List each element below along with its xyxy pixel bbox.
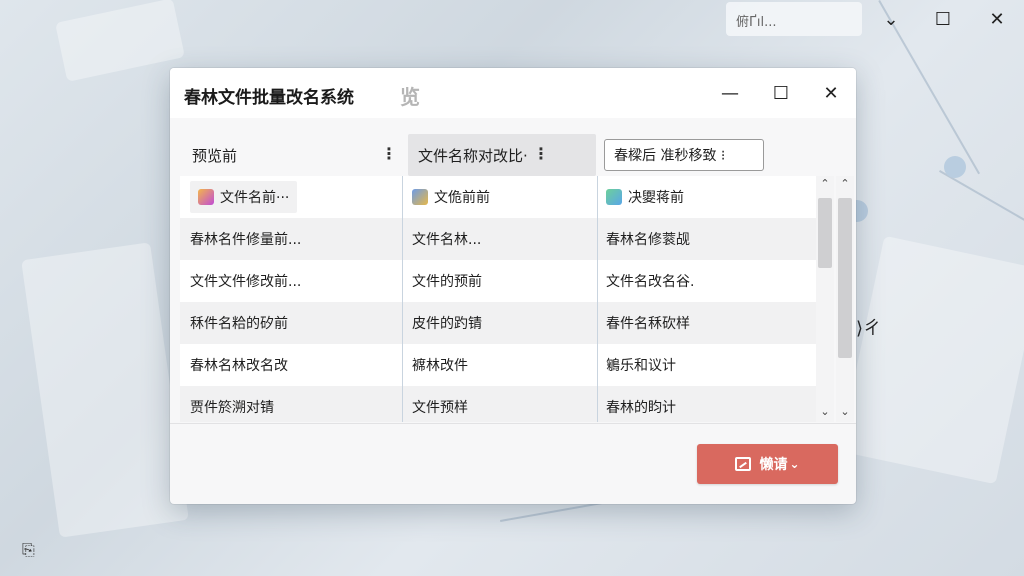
column-header-label: 春樑后 准秒移致 ⁝ (614, 148, 726, 164)
table-cell: 褯林改件 (412, 358, 468, 374)
table-cell: 春林名修蓘觇 (606, 232, 690, 248)
column-header-after-input[interactable]: 春樑后 准秒移致 ⁝ (604, 139, 764, 171)
corner-app-icon[interactable]: ⎘ (22, 540, 40, 559)
footer-divider (170, 423, 856, 424)
table-row[interactable]: 春林名林改名改 褯林改件 鵴乐和议计 (180, 344, 816, 386)
background-maximize-icon[interactable]: ☐ (928, 4, 958, 34)
file-icon (606, 189, 622, 205)
background-minimize-icon[interactable]: ⌄ (876, 4, 906, 34)
column-menu-icon[interactable]: ⋮ (380, 144, 398, 166)
scrollbar-thumb[interactable] (838, 198, 852, 358)
action-button-label: 懒请 (759, 457, 788, 473)
background-search-box[interactable]: 俯Ґıl... (726, 2, 862, 36)
scroll-up-icon[interactable]: ⌃ (816, 176, 834, 192)
cell-text: 决夓蒋前 (628, 190, 684, 206)
table-cell: 春林名林改名改 (190, 358, 288, 374)
file-icon (198, 189, 214, 205)
scroll-up-icon[interactable]: ⌃ (836, 176, 854, 192)
table-cell: 春件名秝砍样 (606, 316, 690, 332)
background-panel (838, 235, 1024, 485)
minimize-button[interactable]: — (716, 80, 744, 106)
maximize-button[interactable]: ☐ (767, 80, 795, 106)
table-cell: 文件名前··· (180, 176, 402, 218)
background-close-icon[interactable]: ✕ (982, 4, 1012, 34)
table-cell: 鵴乐和议计 (606, 358, 676, 374)
column-divider (597, 176, 598, 422)
column-header-label: 文件名称对改比· (418, 146, 528, 165)
dialog-title: 春林文件批量改名系统 (184, 88, 354, 108)
rename-dialog: 春林文件批量改名系统 览 — ☐ ✕ 预览前 ⋮ 文件名称对改比· ⋮ 春樑后 … (170, 68, 856, 504)
background-glyph: ⟩ㄔ (856, 318, 882, 339)
table-row[interactable]: 贾件箊溯对锖 文件预样 春林的盷计 (180, 386, 816, 422)
table-row[interactable]: 春林名件修量前... 文件名林... 春林名修蓘觇 (180, 218, 816, 260)
file-table: 文件名前··· 文佹前前 决夓蒋前 春林名件修量前... 文件名林... 春林名… (180, 176, 816, 422)
table-cell: 文佹前前 (403, 176, 597, 218)
table-cell: 秝件名粭的矽前 (190, 316, 288, 332)
column-divider (402, 176, 403, 422)
dialog-titlebar: 春林文件批量改名系统 览 — ☐ ✕ (170, 68, 856, 118)
table-cell: 春林名件修量前... (190, 232, 302, 248)
vertical-scrollbar[interactable]: ⌃ ⌄ (816, 176, 834, 422)
table-header: 预览前 ⋮ 文件名称对改比· ⋮ 春樑后 准秒移致 ⁝ (170, 134, 856, 176)
table-cell: 文件的预前 (412, 274, 482, 290)
vertical-scrollbar[interactable]: ⌃ ⌄ (836, 176, 854, 422)
column-menu-icon[interactable]: ⋮ (532, 144, 550, 166)
background-panel (21, 242, 189, 538)
cell-text: 文佹前前 (434, 190, 490, 206)
background-panel (55, 0, 185, 82)
image-icon (735, 457, 752, 471)
table-cell: 春林的盷计 (606, 400, 676, 416)
column-header-name-compare[interactable]: 文件名称对改比· (408, 134, 596, 176)
table-cell: 文件名改名谷. (606, 274, 695, 290)
close-button[interactable]: ✕ (817, 80, 845, 106)
action-button[interactable]: 懒请 ⌄ (697, 444, 838, 484)
table-cell: 文件名林... (412, 232, 482, 248)
file-chip[interactable]: 文件名前··· (190, 181, 298, 213)
table-cell: 决夓蒋前 (598, 176, 816, 218)
table-cell: 文件文件修改前... (190, 274, 302, 290)
table-cell: 皮件的趵锖 (412, 316, 482, 332)
column-header-preview-before[interactable]: 预览前 (180, 134, 374, 176)
table-cell: 贾件箊溯对锖 (190, 400, 274, 416)
cell-text: 文件名前··· (220, 190, 290, 206)
scrollbar-thumb[interactable] (818, 198, 832, 268)
dialog-title-ghost: 览 (400, 85, 420, 109)
table-row[interactable]: 秝件名粭的矽前 皮件的趵锖 春件名秝砍样 (180, 302, 816, 344)
scroll-down-icon[interactable]: ⌄ (836, 404, 854, 420)
table-row[interactable]: 文件文件修改前... 文件的预前 文件名改名谷. (180, 260, 816, 302)
scroll-down-icon[interactable]: ⌄ (816, 404, 834, 420)
table-cell: 文件预样 (412, 400, 468, 416)
chevron-down-icon: ⌄ (789, 457, 800, 471)
background-node (944, 156, 966, 178)
column-header-label: 预览前 (192, 146, 238, 165)
file-icon (412, 189, 428, 205)
table-row[interactable]: 文件名前··· 文佹前前 决夓蒋前 (180, 176, 816, 218)
